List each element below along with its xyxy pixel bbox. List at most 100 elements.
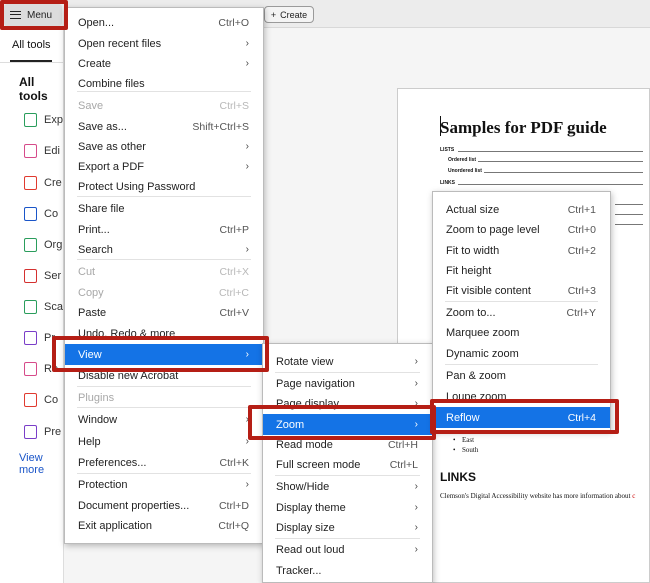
chevron-right-icon: › (245, 436, 249, 447)
chevron-right-icon: › (245, 141, 249, 152)
view-item-zoom[interactable]: Zoom › (263, 414, 432, 435)
toc-leader (484, 172, 643, 173)
menu-item-save-as[interactable]: Save as... Shift+Ctrl+S (65, 116, 263, 137)
view-more-link[interactable]: View more (19, 452, 63, 476)
menu-item-print[interactable]: Print... Ctrl+P (65, 219, 263, 240)
tool-item[interactable]: Pre (24, 424, 61, 440)
zoom-item-pan-zoom[interactable]: Pan & zoom (433, 365, 610, 386)
menu-button[interactable]: Menu (4, 4, 62, 26)
menu-item-protect-using-password[interactable]: Protect Using Password (65, 176, 263, 197)
tool-item[interactable]: Cre (24, 175, 62, 191)
chevron-right-icon: › (245, 479, 249, 490)
menu-separator (445, 364, 598, 365)
menu-item-label: Undo, Redo & more (78, 327, 176, 340)
shortcut-label: Ctrl+H (387, 438, 418, 451)
menu-item-label: Open... (78, 16, 115, 29)
tool-item[interactable]: Sca (24, 299, 63, 315)
menu-item-label: Combine files (78, 77, 145, 90)
zoom-item-fit-visible-content[interactable]: Fit visible content Ctrl+3 (433, 280, 610, 301)
zoom-item-reflow[interactable]: Reflow Ctrl+4 (433, 407, 610, 428)
menu-item-preferences[interactable]: Preferences... Ctrl+K (65, 452, 263, 473)
chevron-right-icon: › (414, 378, 418, 389)
zoom-item-marquee-zoom[interactable]: Marquee zoom (433, 322, 610, 343)
shortcut-label: Ctrl+4 (567, 411, 596, 424)
menu-item-label: Loupe zoom (446, 390, 507, 403)
zoom-item-dynamic-zoom[interactable]: Dynamic zoom (433, 343, 610, 364)
menu-item-open-recent-files[interactable]: Open recent files › (65, 33, 263, 54)
links-paragraph-text: Clemson's Digital Accessibility website … (440, 492, 631, 500)
menu-item-label: Disable new Acrobat (78, 369, 179, 382)
tool-item[interactable]: Ser (24, 268, 61, 284)
shortcut-label: Ctrl+Y (566, 306, 596, 319)
menu-item-exit-application[interactable]: Exit application Ctrl+Q (65, 515, 263, 536)
zoom-item-actual-size[interactable]: Actual size Ctrl+1 (433, 199, 610, 220)
view-submenu: Rotate view › Page navigation › Page display… (262, 343, 433, 583)
menu-item-create[interactable]: Create › (65, 53, 263, 74)
view-item-show-hide[interactable]: Show/Hide › (263, 476, 432, 497)
tool-item[interactable]: Org (24, 237, 62, 253)
menu-separator (445, 301, 598, 302)
menu-item-label: Paste (78, 306, 107, 319)
view-item-rotate-view[interactable]: Rotate view › (263, 351, 432, 372)
menu-item-label: Show/Hide (276, 480, 330, 493)
view-item-read-mode[interactable]: Read mode Ctrl+H (263, 434, 432, 455)
zoom-item-zoom-to[interactable]: Zoom to... Ctrl+Y (433, 302, 610, 323)
menu-separator (77, 473, 251, 474)
create-button[interactable]: + Create (264, 6, 314, 23)
tool-item[interactable]: Co (24, 206, 58, 222)
tool-item[interactable]: Edi (24, 143, 60, 159)
menu-item-label: Display size (276, 521, 335, 534)
view-item-display-size[interactable]: Display size › (263, 517, 432, 538)
view-item-full-screen-mode[interactable]: Full screen mode Ctrl+L (263, 454, 432, 475)
menu-item-search[interactable]: Search › (65, 239, 263, 260)
tool-item[interactable]: Pr (24, 330, 55, 346)
menu-item-open[interactable]: Open... Ctrl+O (65, 12, 263, 33)
view-item-page-navigation[interactable]: Page navigation › (263, 373, 432, 394)
menu-item-paste[interactable]: Paste Ctrl+V (65, 302, 263, 323)
menu-separator (275, 538, 420, 539)
tool-item-label: Pr (44, 332, 55, 344)
menu-item-help[interactable]: Help › (65, 431, 263, 452)
menu-item-view[interactable]: View › (65, 344, 263, 365)
shortcut-label: Ctrl+D (218, 499, 249, 512)
hyperlink[interactable]: c (632, 492, 635, 500)
menu-item-label: Protection (78, 478, 128, 491)
menu-item-label: Document properties... (78, 499, 190, 512)
menu-item-export-a-pdf[interactable]: Export a PDF › (65, 156, 263, 177)
menu-item-protection[interactable]: Protection › (65, 474, 263, 495)
tool-item[interactable]: Re (24, 361, 58, 377)
menu-separator (275, 372, 420, 373)
tool-item-label: Co (44, 208, 59, 220)
menu-item-label: Dynamic zoom (446, 347, 519, 360)
tab-all-tools[interactable]: All tools (12, 39, 51, 51)
menu-item-label: Print... (78, 223, 110, 236)
menu-item-label: Display theme (276, 501, 346, 514)
shortcut-label: Ctrl+V (219, 306, 249, 319)
menu-item-undo-redo-more[interactable]: Undo, Redo & more (65, 323, 263, 344)
menu-button-label: Menu (27, 9, 53, 21)
zoom-item-zoom-to-page-level[interactable]: Zoom to page level Ctrl+0 (433, 219, 610, 240)
zoom-item-fit-height[interactable]: Fit height (433, 260, 610, 281)
tool-item[interactable]: Co (24, 392, 58, 408)
view-item-page-display[interactable]: Page display › (263, 393, 432, 414)
menu-item-save-as-other[interactable]: Save as other › (65, 136, 263, 157)
view-item-tracker[interactable]: Tracker... (263, 560, 432, 581)
hamburger-icon (10, 11, 21, 19)
view-item-read-out-loud[interactable]: Read out loud › (263, 539, 432, 560)
menu-separator (77, 259, 251, 260)
view-item-display-theme[interactable]: Display theme › (263, 497, 432, 518)
menu-item-label: Window (78, 413, 118, 426)
menu-item-label: Copy (78, 286, 104, 299)
toc-leader (615, 204, 643, 205)
toc-leader (615, 224, 643, 225)
zoom-item-fit-to-width[interactable]: Fit to width Ctrl+2 (433, 240, 610, 261)
zoom-item-loupe-zoom[interactable]: Loupe zoom (433, 386, 610, 407)
menu-item-window[interactable]: Window › (65, 409, 263, 430)
menu-item-share-file[interactable]: Share file (65, 198, 263, 219)
menu-item-disable-new-acrobat[interactable]: Disable new Acrobat (65, 365, 263, 386)
plus-icon: + (270, 9, 277, 20)
menu-item-label: Fit to width (446, 244, 500, 257)
menu-item-label: Full screen mode (276, 458, 361, 471)
tool-item[interactable]: Exp (24, 112, 63, 128)
menu-item-document-properties[interactable]: Document properties... Ctrl+D (65, 495, 263, 516)
